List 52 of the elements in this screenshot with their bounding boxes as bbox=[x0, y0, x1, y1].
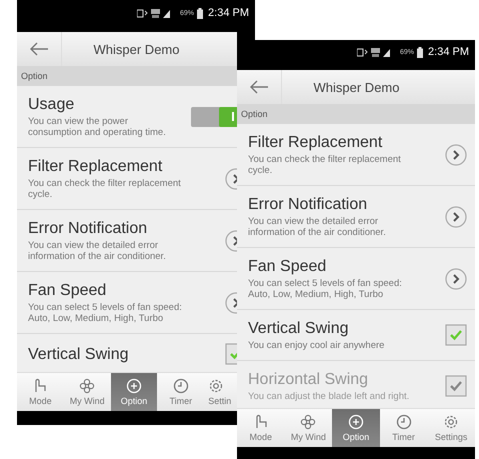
row-title: Fan Speed bbox=[28, 281, 108, 300]
nav-tab[interactable]: Option bbox=[332, 409, 380, 447]
row-description: You can select 5 levels of fan speed: Auto, Low, Medium, High, Turbo bbox=[248, 278, 403, 300]
row-title: Fan Speed bbox=[248, 257, 328, 276]
nav-tab[interactable]: Timer bbox=[380, 409, 428, 447]
nav-tab[interactable]: Timer bbox=[157, 373, 204, 411]
nav-tab[interactable]: Option bbox=[110, 373, 158, 411]
clock-icon bbox=[172, 378, 189, 394]
section-header: Option bbox=[17, 66, 237, 86]
row-title: Usage bbox=[28, 95, 76, 114]
row-description: You can view the detailed error information of the air conditioner. bbox=[28, 240, 167, 262]
fan-icon bbox=[300, 414, 316, 430]
nav-tab[interactable]: My Wind bbox=[284, 409, 332, 447]
row-description: You can adjust the blade left and right. bbox=[248, 391, 410, 402]
battery-icon bbox=[197, 8, 204, 18]
section-header: Option bbox=[237, 104, 475, 124]
nav-tab[interactable]: Settings bbox=[427, 409, 475, 447]
plus-circle-icon bbox=[348, 414, 364, 430]
chevron-right-icon[interactable] bbox=[445, 268, 467, 290]
row-description: You can view the power consumption and operating time. bbox=[28, 116, 167, 138]
back-arrow-icon[interactable] bbox=[249, 80, 269, 94]
row-title: Filter Replacement bbox=[248, 133, 384, 152]
back-arrow-icon[interactable] bbox=[29, 42, 49, 56]
row-title: Error Notification bbox=[248, 195, 368, 214]
row-title: Horizontal Swing bbox=[248, 370, 370, 389]
battery-icon bbox=[417, 46, 424, 58]
nav-tab[interactable]: Mode bbox=[237, 409, 285, 447]
fan-icon bbox=[79, 378, 96, 394]
toggle-switch[interactable] bbox=[191, 106, 237, 126]
nav-tab[interactable]: Settin bbox=[204, 373, 237, 411]
plus-circle-icon bbox=[126, 378, 142, 394]
row-description: You can check the filter replacement cycle. bbox=[28, 178, 182, 200]
chevron-right-icon[interactable] bbox=[445, 206, 467, 228]
row-description: You can view the detailed error information of the air conditioner. bbox=[248, 216, 387, 238]
row-title: Error Notification bbox=[28, 219, 148, 238]
row-description: You can check the filter replacement cycle. bbox=[248, 154, 402, 176]
chevron-right-icon[interactable] bbox=[445, 144, 467, 166]
row-title: Vertical Swing bbox=[248, 319, 350, 338]
nav-tab[interactable]: Mode bbox=[17, 373, 64, 411]
row-description: You can enjoy cool air anywhere bbox=[248, 340, 386, 351]
settings-icon bbox=[443, 414, 460, 430]
nav-tab[interactable]: My Wind bbox=[64, 373, 111, 411]
checkbox[interactable] bbox=[445, 324, 467, 346]
clock-icon bbox=[396, 414, 412, 430]
status-time: 2:34 PM bbox=[208, 7, 249, 19]
settings-icon bbox=[208, 378, 224, 394]
screen-title: Whisper Demo bbox=[312, 80, 400, 94]
status-time: 2:34 PM bbox=[428, 46, 469, 58]
row-description: You can select 5 levels of fan speed: Auto, Low, Medium, High, Turbo bbox=[28, 302, 183, 324]
screen-title: Whisper Demo bbox=[92, 42, 180, 56]
row-title: Vertical Swing bbox=[28, 344, 130, 364]
row-title: Filter Replacement bbox=[28, 157, 164, 176]
